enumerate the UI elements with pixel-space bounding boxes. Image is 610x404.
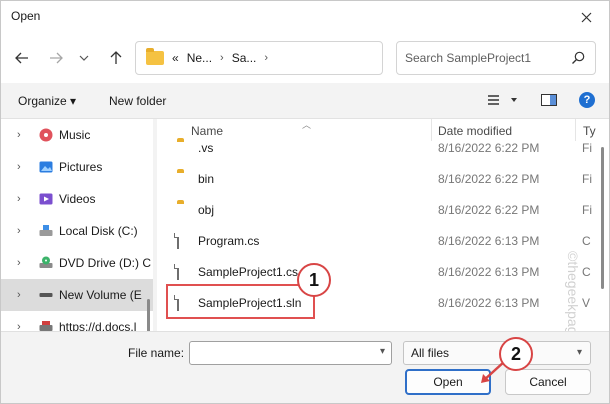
pictures-icon: [39, 161, 53, 173]
nav-item-videos[interactable]: › Videos: [1, 183, 153, 215]
recent-locations-button[interactable]: [71, 45, 97, 71]
file-date: 8/16/2022 6:22 PM: [438, 141, 540, 155]
drive-icon: [39, 293, 53, 297]
address-bar[interactable]: « Ne... › Sa... ›: [135, 41, 383, 75]
chevron-right-icon[interactable]: ›: [17, 257, 21, 269]
file-type: Fi: [582, 203, 592, 217]
chevron-right-icon: ›: [220, 52, 224, 64]
file-date: 8/16/2022 6:13 PM: [438, 234, 540, 248]
file-date: 8/16/2022 6:13 PM: [438, 296, 540, 310]
file-date: 8/16/2022 6:13 PM: [438, 265, 540, 279]
breadcrumb-overflow[interactable]: «: [172, 51, 179, 65]
nav-item-label: Videos: [59, 192, 96, 206]
organize-menu[interactable]: Organize ▾: [18, 94, 76, 108]
chevron-right-icon: ›: [264, 52, 269, 64]
disk-icon: [39, 225, 53, 236]
command-bar: Organize ▾ New folder ?: [1, 83, 609, 119]
nav-item-local-disk[interactable]: › Local Disk (C:): [1, 215, 153, 247]
sort-ascending-icon: ︿: [302, 120, 312, 130]
network-icon: [39, 321, 53, 331]
list-view-icon: [488, 95, 517, 105]
chevron-down-icon: [79, 55, 89, 61]
navigation-row: « Ne... › Sa... › Search SampleProject1: [1, 33, 609, 83]
chevron-right-icon[interactable]: ›: [17, 129, 21, 141]
search-placeholder: Search SampleProject1: [405, 51, 532, 65]
chevron-right-icon[interactable]: ›: [17, 289, 21, 301]
music-icon: [39, 128, 53, 142]
breadcrumb-item[interactable]: Sa...: [232, 51, 257, 65]
new-folder-button[interactable]: New folder: [109, 94, 166, 108]
file-name: SampleProject1.cs: [198, 265, 299, 279]
nav-item-label: DVD Drive (D:) C: [59, 256, 151, 270]
chevron-right-icon[interactable]: ›: [17, 193, 21, 205]
file-name-label: File name:: [128, 346, 185, 360]
nav-item-label: Music: [59, 128, 91, 142]
nav-item-dvd-drive[interactable]: › DVD Drive (D:) C: [1, 247, 153, 279]
file-row[interactable]: Program.cs 8/16/2022 6:13 PM C: [157, 226, 597, 257]
address-dropdown-button[interactable]: [386, 45, 396, 71]
file-row[interactable]: .vs 8/16/2022 6:22 PM Fi: [157, 133, 597, 164]
open-button-label: Open: [433, 375, 463, 389]
chevron-right-icon[interactable]: ›: [17, 225, 21, 237]
back-button[interactable]: [9, 45, 35, 71]
nav-item-new-volume[interactable]: › New Volume (E: [1, 279, 153, 311]
cancel-button[interactable]: Cancel: [505, 369, 591, 395]
forward-arrow-icon: [50, 52, 63, 64]
title-bar: Open: [1, 1, 609, 33]
up-button[interactable]: [103, 45, 129, 71]
help-icon[interactable]: ?: [579, 92, 595, 108]
file-type-filter-value: All files: [411, 346, 450, 360]
nav-item-label: https://d.docs.l: [59, 320, 137, 331]
cancel-button-label: Cancel: [529, 375, 567, 389]
chevron-down-icon: ▾: [576, 347, 582, 358]
back-arrow-icon: [15, 52, 28, 64]
file-date: 8/16/2022 6:22 PM: [438, 172, 540, 186]
nav-item-network-location[interactable]: › https://d.docs.l: [1, 311, 153, 331]
file-type: V: [582, 296, 591, 310]
document-icon: [177, 233, 179, 249]
file-name: obj: [198, 203, 215, 217]
file-type: Fi: [582, 141, 592, 155]
file-type: C: [582, 265, 591, 279]
up-arrow-icon: [110, 51, 122, 64]
folder-icon: [146, 48, 164, 65]
file-name: Program.cs: [198, 234, 260, 248]
file-name-input[interactable]: ▾: [189, 341, 392, 365]
document-icon: [177, 264, 179, 280]
navigation-scrollbar[interactable]: [147, 299, 150, 331]
file-type: Fi: [582, 172, 592, 186]
highlight-annotation-box: [166, 284, 315, 319]
view-options-button[interactable]: [487, 94, 517, 109]
file-row[interactable]: obj 8/16/2022 6:22 PM Fi: [157, 195, 597, 226]
dvd-icon: [39, 256, 53, 268]
window-title: Open: [11, 9, 41, 23]
file-list-scrollbar[interactable]: [601, 147, 604, 289]
file-name: bin: [198, 172, 215, 186]
chevron-right-icon[interactable]: ›: [17, 321, 21, 331]
step-marker-1: 1: [297, 263, 331, 297]
preview-pane-icon: [541, 94, 557, 106]
nav-item-pictures[interactable]: › Pictures: [1, 151, 153, 183]
navigation-pane: › Music › Pictures › Videos › Local Disk…: [1, 119, 153, 331]
chevron-right-icon[interactable]: ›: [17, 161, 21, 173]
nav-item-music[interactable]: › Music: [1, 119, 153, 151]
nav-item-label: New Volume (E: [59, 288, 142, 302]
step-marker-2: 2: [499, 337, 533, 371]
breadcrumb-item[interactable]: Ne...: [187, 51, 212, 65]
forward-button[interactable]: [43, 45, 69, 71]
search-icon: [572, 51, 585, 64]
file-type: C: [582, 234, 591, 248]
close-icon: [581, 12, 591, 22]
file-row[interactable]: bin 8/16/2022 6:22 PM Fi: [157, 164, 597, 195]
nav-item-label: Local Disk (C:): [59, 224, 138, 238]
file-name: .vs: [198, 141, 214, 155]
close-button[interactable]: [563, 1, 609, 33]
search-input[interactable]: Search SampleProject1: [396, 41, 596, 75]
preview-pane-button[interactable]: [541, 94, 557, 109]
file-date: 8/16/2022 6:22 PM: [438, 203, 540, 217]
videos-icon: [39, 193, 53, 205]
chevron-down-icon[interactable]: ▾: [380, 346, 385, 357]
nav-item-label: Pictures: [59, 160, 103, 174]
open-dialog: Open « Ne... › Sa... › Search SampleProj: [0, 0, 610, 404]
